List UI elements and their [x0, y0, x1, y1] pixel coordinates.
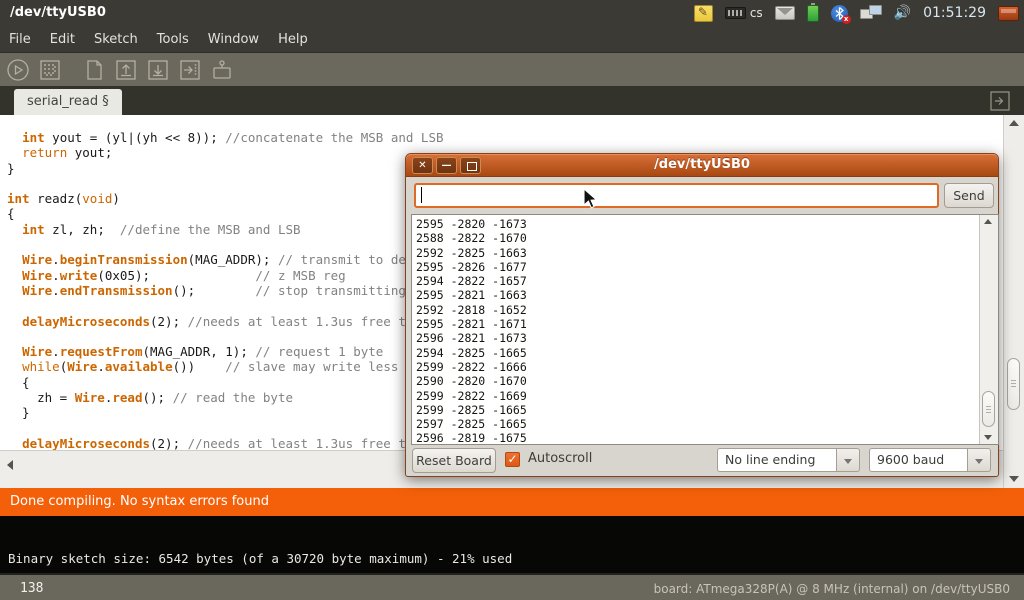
menu-item-window[interactable]: Window — [208, 32, 259, 47]
scroll-up-arrow-icon[interactable] — [984, 219, 992, 224]
serial-scrollbar[interactable] — [979, 215, 998, 444]
line-number-indicator: 138 — [20, 581, 43, 596]
menu-bar: File Edit Sketch Tools Window Help — [0, 26, 1024, 52]
editor-vertical-scrollbar[interactable] — [1003, 115, 1024, 488]
code-line: int yout = (yl|(yh << 8)); //concatenate… — [7, 130, 444, 145]
keyboard-icon — [725, 7, 746, 19]
battery-icon[interactable] — [807, 5, 819, 22]
code-line: Wire.write(0x05); // z MSB reg — [7, 268, 444, 283]
baud-dropdown-arrow-icon[interactable] — [968, 448, 991, 472]
serial-monitor-icon — [209, 57, 235, 83]
menu-item-edit[interactable]: Edit — [50, 32, 75, 47]
menu-item-file[interactable]: File — [9, 32, 31, 47]
ide-toolbar — [0, 52, 1024, 86]
reset-board-button[interactable]: Reset Board — [412, 448, 496, 473]
clock[interactable]: 01:51:29 — [923, 5, 986, 21]
tab-menu-arrow-icon — [989, 90, 1011, 112]
new-sketch-button[interactable] — [81, 57, 107, 83]
notes-icon[interactable] — [694, 5, 713, 22]
stop-icon — [37, 57, 63, 83]
code-line — [7, 298, 444, 313]
console-output: Binary sketch size: 6542 bytes (of a 307… — [8, 551, 512, 566]
compile-status-bar: Done compiling. No syntax errors found — [0, 488, 1024, 516]
stop-button[interactable] — [37, 57, 63, 83]
tab-menu-button[interactable] — [988, 89, 1012, 113]
session-menu-icon[interactable] — [998, 6, 1019, 21]
board-info: board: ATmega328P(A) @ 8 MHz (internal) … — [654, 582, 1010, 596]
tab-serial-read[interactable]: serial_read § — [14, 89, 122, 115]
window-titlebar[interactable]: ✕ — /dev/ttyUSB0 — [406, 154, 998, 177]
code-line: delayMicroseconds(2); //needs at least 1… — [7, 314, 444, 329]
serial-monitor-controls: Reset Board Autoscroll No line ending 96… — [406, 448, 1000, 473]
mail-icon[interactable] — [775, 6, 795, 20]
mouse-cursor — [583, 188, 601, 210]
code-line: while(Wire.available()) // slave may wri… — [7, 359, 444, 374]
serial-scrollbar-thumb[interactable] — [982, 391, 995, 427]
menu-item-help[interactable]: Help — [278, 32, 308, 47]
code-line: Wire.requestFrom(MAG_ADDR, 1); // reques… — [7, 344, 444, 359]
open-icon — [113, 57, 139, 83]
code-line: zh = Wire.read(); // read the byte — [7, 390, 444, 405]
active-window-title: /dev/ttyUSB0 — [10, 5, 106, 20]
serial-output-area[interactable]: 2595 -2820 -1673 2588 -2822 -1670 2592 -… — [411, 214, 999, 445]
menu-item-tools[interactable]: Tools — [157, 32, 189, 47]
serial-monitor-window: ✕ — /dev/ttyUSB0 Send 2595 -2820 -1673 2… — [405, 153, 999, 477]
code-line — [7, 176, 444, 191]
code-line — [7, 237, 444, 252]
text-caret — [421, 187, 422, 203]
baud-rate-select[interactable]: 9600 baud — [869, 448, 968, 472]
save-icon — [145, 57, 171, 83]
scroll-up-arrow-icon[interactable] — [1009, 120, 1019, 126]
code-line: int zl, zh; //define the MSB and LSB — [7, 222, 444, 237]
code-line: int readz(void) — [7, 191, 444, 206]
serial-output-text: 2595 -2820 -1673 2588 -2822 -1670 2592 -… — [416, 217, 527, 445]
code-line — [7, 329, 444, 344]
scroll-left-arrow-icon[interactable] — [7, 460, 13, 470]
tab-strip: serial_read § — [0, 86, 1024, 115]
code-line: delayMicroseconds(2); //needs at least 1… — [7, 436, 444, 450]
code-line: Wire.endTransmission(); // stop transmit… — [7, 283, 444, 298]
serial-send-input[interactable] — [414, 183, 939, 208]
code-line — [7, 421, 444, 436]
code-line: Wire.beginTransmission(MAG_ADDR); // tra… — [7, 252, 444, 267]
open-button[interactable] — [113, 57, 139, 83]
autoscroll-checkbox[interactable] — [505, 452, 520, 467]
code-text: int yout = (yl|(yh << 8)); //concatenate… — [7, 130, 444, 450]
line-ending-dropdown-arrow-icon[interactable] — [837, 448, 860, 472]
bluetooth-off-badge: x — [842, 15, 851, 24]
network-icon[interactable] — [860, 5, 882, 21]
autoscroll-label: Autoscroll — [528, 451, 592, 466]
line-ending-select[interactable]: No line ending — [717, 448, 837, 472]
ide-footer: 138 board: ATmega328P(A) @ 8 MHz (intern… — [0, 573, 1024, 600]
serial-input-wrap — [414, 183, 939, 208]
code-line: return yout; — [7, 145, 444, 160]
window-title: /dev/ttyUSB0 — [406, 157, 998, 172]
scroll-down-arrow-icon[interactable] — [1009, 476, 1019, 482]
scroll-down-arrow-icon[interactable] — [984, 435, 992, 440]
bluetooth-icon[interactable]: x — [831, 5, 848, 22]
code-line: { — [7, 206, 444, 221]
verify-button[interactable] — [5, 57, 31, 83]
top-panel: /dev/ttyUSB0 cs x 🔊 01:51:29 — [0, 0, 1024, 26]
code-line: { — [7, 375, 444, 390]
keyboard-layout-label: cs — [750, 6, 763, 20]
menu-item-sketch[interactable]: Sketch — [94, 32, 138, 47]
editor-scrollbar-thumb[interactable] — [1007, 358, 1020, 410]
code-line: } — [7, 161, 444, 176]
verify-icon — [5, 57, 31, 83]
system-tray: cs x 🔊 01:51:29 — [694, 0, 1022, 26]
send-button[interactable]: Send — [944, 183, 994, 208]
save-button[interactable] — [145, 57, 171, 83]
upload-icon — [177, 57, 203, 83]
code-line: } — [7, 405, 444, 420]
desktop: /dev/ttyUSB0 cs x 🔊 01:51:29 File Edit Ske… — [0, 0, 1024, 600]
serial-monitor-button[interactable] — [209, 57, 235, 83]
keyboard-indicator[interactable]: cs — [725, 6, 763, 20]
new-file-icon — [81, 57, 107, 83]
upload-button[interactable] — [177, 57, 203, 83]
build-console: Binary sketch size: 6542 bytes (of a 307… — [0, 516, 1024, 573]
volume-icon[interactable]: 🔊 — [894, 5, 911, 21]
